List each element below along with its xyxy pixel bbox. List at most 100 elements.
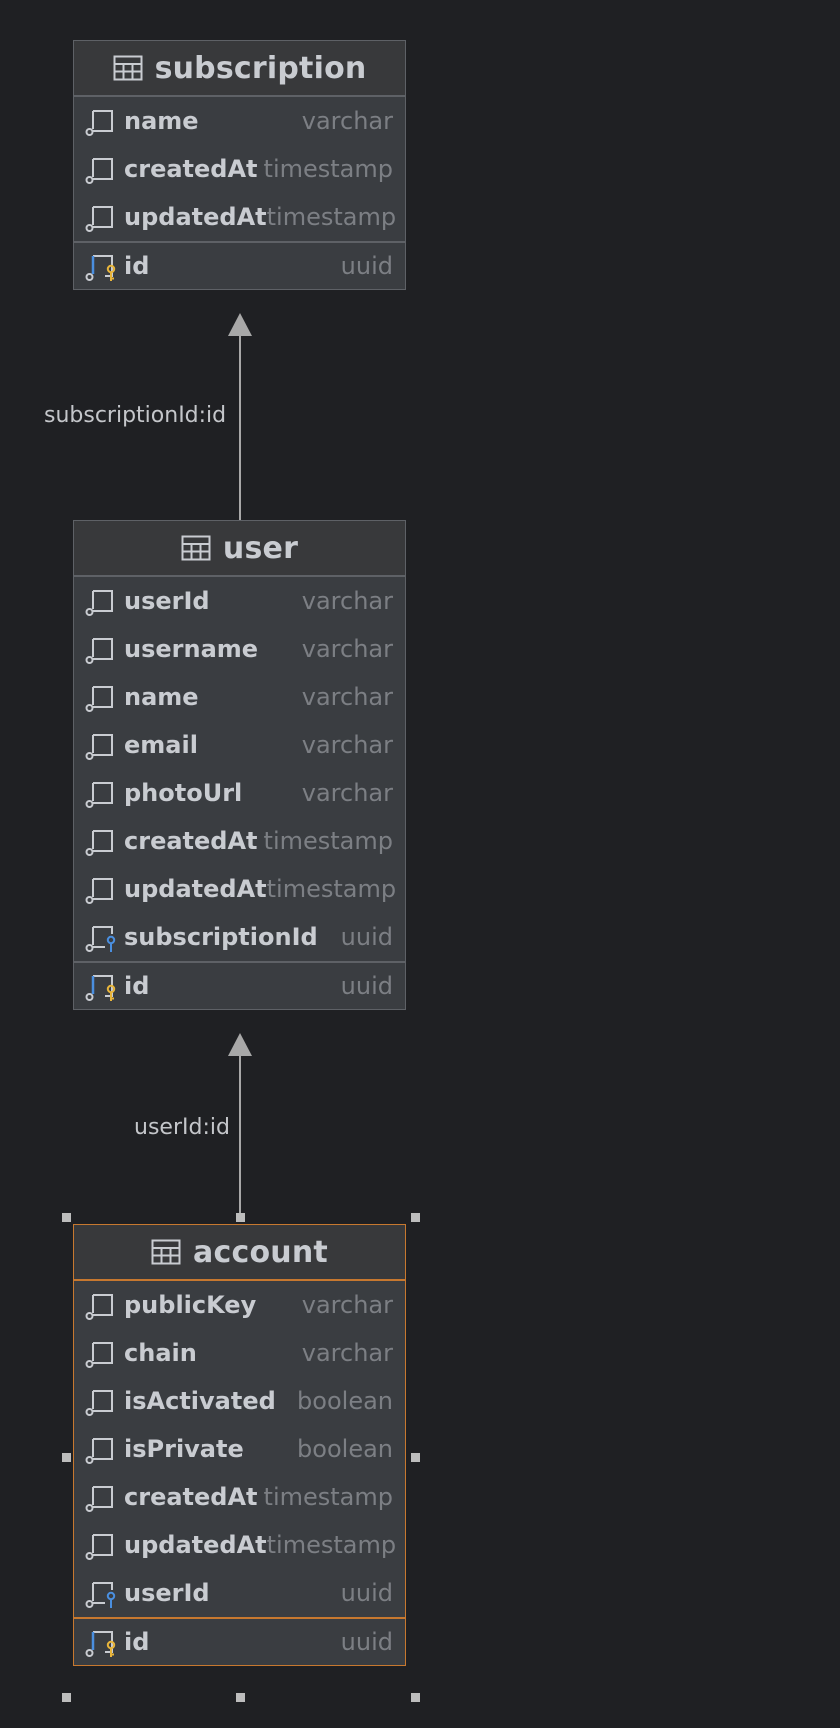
- column-type: varchar: [301, 1291, 393, 1319]
- column-type: timestamp: [263, 827, 393, 855]
- primary-key-column-icon: [85, 975, 116, 1001]
- column-icon: [85, 1438, 113, 1464]
- column-type: uuid: [340, 1628, 393, 1656]
- column-icon: [85, 158, 113, 184]
- column-type: timestamp: [266, 875, 397, 903]
- resize-handle-top-right[interactable]: [411, 1213, 420, 1222]
- foreign-key-row[interactable]: subscriptionId uuid: [74, 913, 405, 961]
- column-type: timestamp: [266, 1531, 397, 1559]
- resize-handle-bottom-left[interactable]: [62, 1693, 71, 1702]
- column-name: userId: [124, 587, 210, 615]
- primary-key-column-icon: [85, 1631, 116, 1657]
- column-name: email: [124, 731, 198, 759]
- primary-key-row[interactable]: id uuid: [74, 241, 405, 289]
- column-name: createdAt: [124, 155, 258, 183]
- resize-handle-top[interactable]: [236, 1213, 245, 1222]
- column-icon: [85, 1342, 113, 1368]
- column-type: uuid: [340, 1579, 393, 1607]
- column-row[interactable]: updatedAt timestamp: [74, 193, 405, 241]
- table-subscription[interactable]: subscription name varchar createdAt time…: [73, 40, 406, 290]
- relation-label-user: userId:id: [134, 1115, 230, 1140]
- foreign-key-row[interactable]: userId uuid: [74, 1569, 405, 1617]
- foreign-key-column-icon: [85, 1582, 116, 1608]
- table-header[interactable]: subscription: [74, 41, 405, 97]
- resize-handle-left[interactable]: [62, 1453, 71, 1462]
- column-name: subscriptionId: [124, 923, 318, 951]
- column-type: timestamp: [263, 1483, 393, 1511]
- column-name: isPrivate: [124, 1435, 244, 1463]
- primary-key-column-icon: [85, 255, 116, 281]
- column-icon: [85, 1294, 113, 1320]
- column-row[interactable]: photoUrl varchar: [74, 769, 405, 817]
- column-row[interactable]: publicKey varchar: [74, 1281, 405, 1329]
- resize-handle-top-left[interactable]: [62, 1213, 71, 1222]
- primary-key-row[interactable]: id uuid: [74, 1617, 405, 1665]
- column-row[interactable]: updatedAt timestamp: [74, 1521, 405, 1569]
- column-type: varchar: [301, 731, 393, 759]
- table-header[interactable]: user: [74, 521, 405, 577]
- primary-key-row[interactable]: id uuid: [74, 961, 405, 1009]
- table-name: subscription: [154, 50, 367, 86]
- column-type: varchar: [301, 683, 393, 711]
- resize-handle-bottom[interactable]: [236, 1693, 245, 1702]
- column-row[interactable]: createdAt timestamp: [74, 1473, 405, 1521]
- column-name: id: [124, 252, 150, 280]
- foreign-key-column-icon: [85, 926, 116, 952]
- column-icon: [85, 206, 113, 232]
- column-row[interactable]: userId varchar: [74, 577, 405, 625]
- column-type: varchar: [301, 1339, 393, 1367]
- column-type: uuid: [340, 923, 393, 951]
- column-name: id: [124, 1628, 150, 1656]
- table-user[interactable]: user userId varchar username varchar nam…: [73, 520, 406, 1010]
- column-row[interactable]: email varchar: [74, 721, 405, 769]
- column-icon: [85, 686, 113, 712]
- arrowhead-user: [228, 1033, 252, 1056]
- column-type: varchar: [301, 779, 393, 807]
- column-name: updatedAt: [124, 1531, 267, 1559]
- column-type: uuid: [340, 252, 393, 280]
- column-name: id: [124, 972, 150, 1000]
- column-row[interactable]: updatedAt timestamp: [74, 865, 405, 913]
- column-row[interactable]: createdAt timestamp: [74, 145, 405, 193]
- column-type: uuid: [340, 972, 393, 1000]
- column-name: createdAt: [124, 827, 258, 855]
- column-name: createdAt: [124, 1483, 258, 1511]
- column-row[interactable]: chain varchar: [74, 1329, 405, 1377]
- column-type: boolean: [297, 1435, 393, 1463]
- column-name: isActivated: [124, 1387, 276, 1415]
- table-account[interactable]: account publicKey varchar chain varchar …: [73, 1224, 406, 1666]
- column-icon: [85, 1390, 113, 1416]
- column-icon: [85, 110, 113, 136]
- column-icon: [85, 782, 113, 808]
- column-icon: [85, 1486, 113, 1512]
- column-icon: [85, 638, 113, 664]
- column-name: chain: [124, 1339, 197, 1367]
- table-name: user: [222, 530, 299, 566]
- column-icon: [85, 734, 113, 760]
- column-icon: [85, 1534, 113, 1560]
- column-row[interactable]: name varchar: [74, 97, 405, 145]
- column-row[interactable]: createdAt timestamp: [74, 817, 405, 865]
- column-name: name: [124, 683, 199, 711]
- arrowhead-subscription: [228, 313, 252, 336]
- column-name: updatedAt: [124, 875, 267, 903]
- column-name: userId: [124, 1579, 210, 1607]
- diagram-canvas[interactable]: subscriptionId:id userId:id subscription…: [0, 0, 840, 1728]
- resize-handle-right[interactable]: [411, 1453, 420, 1462]
- column-type: varchar: [301, 587, 393, 615]
- table-grid-icon: [113, 55, 143, 81]
- column-name: name: [124, 107, 199, 135]
- table-header[interactable]: account: [74, 1225, 405, 1281]
- resize-handle-bottom-right[interactable]: [411, 1693, 420, 1702]
- column-type: timestamp: [266, 203, 397, 231]
- column-icon: [85, 830, 113, 856]
- column-row[interactable]: isPrivate boolean: [74, 1425, 405, 1473]
- table-name: account: [193, 1234, 328, 1270]
- column-type: varchar: [301, 635, 393, 663]
- column-row[interactable]: username varchar: [74, 625, 405, 673]
- relation-label-subscription: subscriptionId:id: [44, 403, 227, 428]
- table-grid-icon: [151, 1239, 181, 1265]
- column-row[interactable]: isActivated boolean: [74, 1377, 405, 1425]
- column-row[interactable]: name varchar: [74, 673, 405, 721]
- column-icon: [85, 590, 113, 616]
